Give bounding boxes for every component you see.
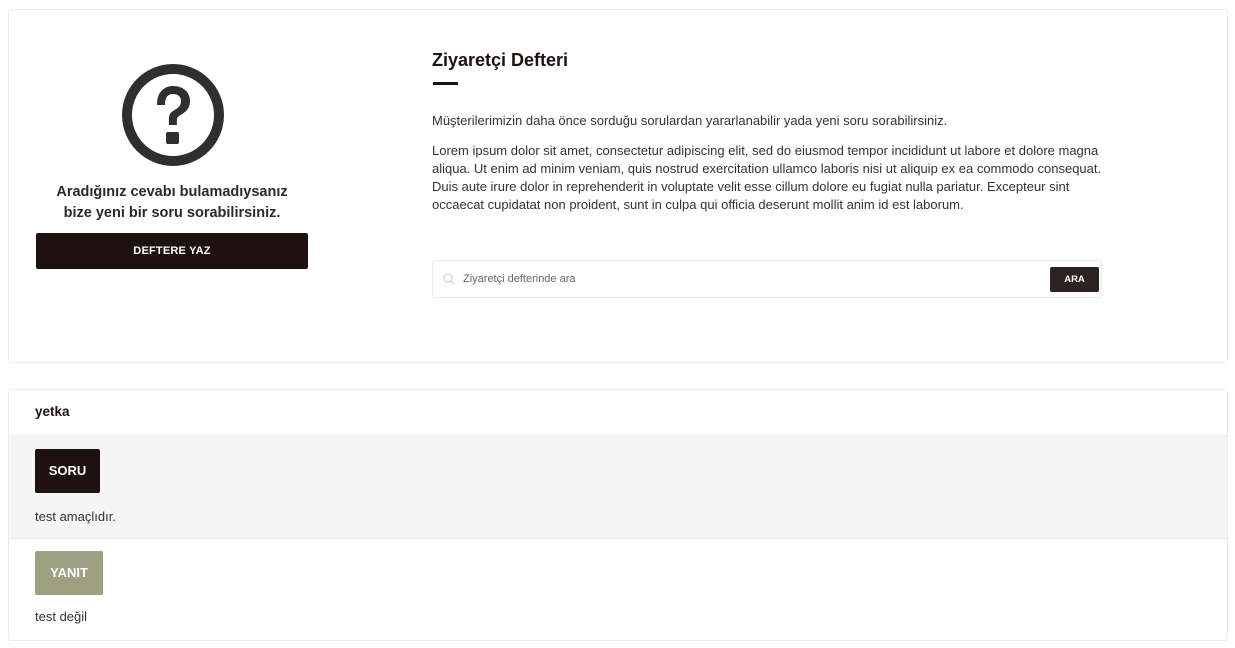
ask-question-panel: Aradığınız cevabı bulamadıysanız bize ye…	[36, 10, 308, 362]
question-circle-icon	[122, 64, 224, 166]
entry-author: yetka	[35, 404, 70, 419]
answer-text: test değil	[35, 609, 88, 624]
answer-badge: YANIT	[35, 551, 103, 595]
guestbook-intro: Müşterilerimizin daha önce sorduğu sorul…	[432, 113, 948, 128]
guestbook-info: Ziyaretçi Defteri Müşterilerimizin daha …	[432, 10, 1112, 362]
question-badge: SORU	[35, 449, 100, 493]
title-underline	[433, 82, 458, 85]
search-input[interactable]	[463, 269, 1033, 289]
ask-question-prompt-line1: Aradığınız cevabı bulamadıysanız	[56, 184, 288, 200]
answer-block: YANIT test değil	[9, 539, 1227, 640]
question-text: test amaçlıdır.	[35, 509, 116, 524]
page-title: Ziyaretçi Defteri	[432, 50, 569, 70]
write-to-guestbook-button[interactable]: DEFTERE YAZ	[36, 233, 308, 269]
guestbook-entry: yetka SORU test amaçlıdır. YANIT test de…	[8, 389, 1228, 641]
question-block: SORU test amaçlıdır.	[9, 435, 1227, 539]
ask-question-prompt: Aradığınız cevabı bulamadıysanız bize ye…	[36, 182, 308, 224]
guestbook-header-card: Aradığınız cevabı bulamadıysanız bize ye…	[8, 9, 1228, 363]
search-button[interactable]: ARA	[1050, 267, 1099, 292]
search-icon	[443, 273, 455, 285]
guestbook-description: Lorem ipsum dolor sit amet, consectetur …	[432, 143, 1102, 212]
guestbook-search-bar: ARA	[432, 260, 1102, 298]
ask-question-prompt-line2: bize yeni bir soru sorabilirsiniz.	[63, 205, 281, 221]
